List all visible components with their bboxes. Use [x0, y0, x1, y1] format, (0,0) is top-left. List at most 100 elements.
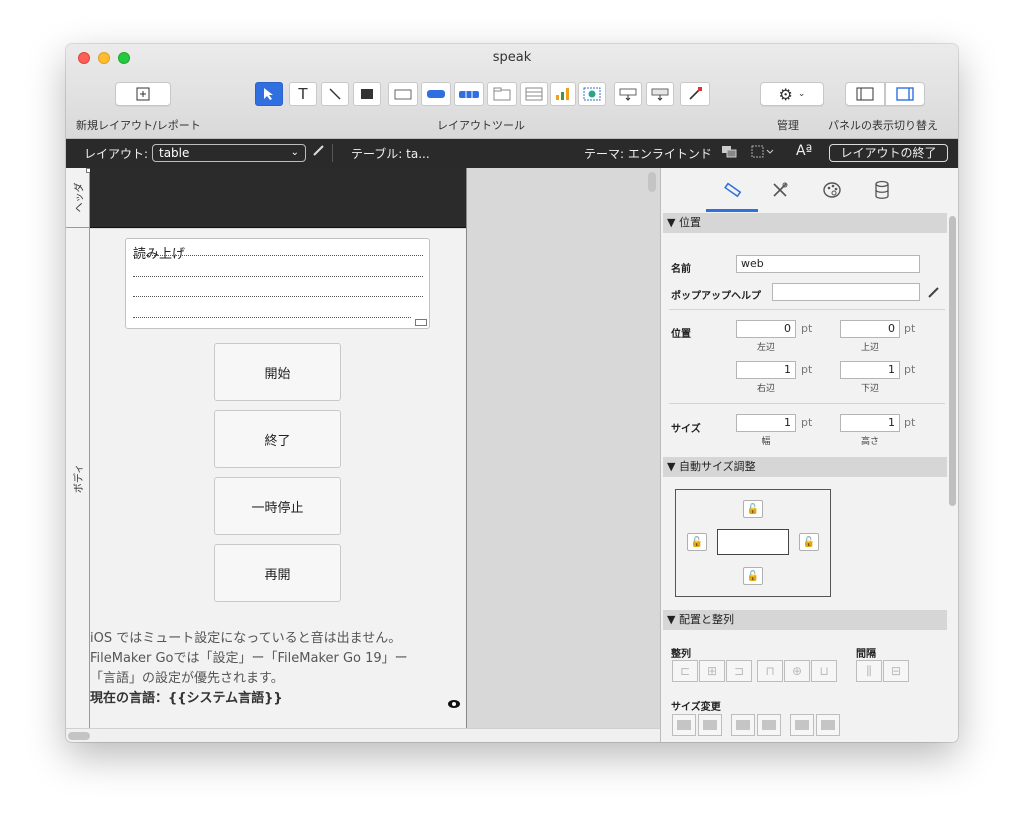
database-icon[interactable]	[870, 178, 894, 202]
tab-control-icon	[493, 87, 511, 101]
shape-tool[interactable]	[353, 82, 381, 106]
field-tool[interactable]	[388, 82, 418, 106]
layout-bar-divider	[332, 144, 333, 162]
height-field[interactable]: 1	[840, 414, 900, 432]
note-text[interactable]: iOS ではミュート設定になっていると音は出ません。 FileMaker Goで…	[90, 629, 460, 709]
dotted-line	[133, 296, 423, 297]
horizontal-scrollbar[interactable]	[68, 732, 90, 740]
name-field[interactable]: web	[736, 255, 920, 273]
section-arrange[interactable]: ▼ 配置と整列	[663, 610, 947, 630]
align-label: 整列	[671, 649, 691, 660]
chart-tool[interactable]	[550, 82, 576, 106]
right-field[interactable]: 1	[736, 361, 796, 379]
panel-toggle-label: パネルの表示切り替え	[828, 119, 938, 132]
resize-min-width-button[interactable]	[672, 714, 696, 736]
web-viewer-title: 読み上げ	[133, 247, 186, 262]
align-right-button[interactable]: ⊐	[726, 660, 752, 682]
insert-part-icon	[651, 88, 669, 101]
new-layout-button[interactable]	[115, 82, 171, 106]
format-painter-tool[interactable]	[680, 82, 710, 106]
palette-icon[interactable]	[820, 178, 844, 202]
portal-tool[interactable]	[520, 82, 548, 106]
resize-max-height-button[interactable]	[757, 714, 781, 736]
resize-max-width-button[interactable]	[698, 714, 722, 736]
text-tool[interactable]: T	[289, 82, 317, 106]
part-tab-header[interactable]: ヘッダ	[66, 168, 90, 228]
resize-max-size-button[interactable]	[816, 714, 840, 736]
divider	[669, 403, 945, 404]
start-button[interactable]: 開始	[214, 343, 341, 401]
distribute-vertical-button[interactable]: ⊟	[883, 660, 909, 682]
align-bottom-button[interactable]: ⊔	[811, 660, 837, 682]
tab-control-tool[interactable]	[487, 82, 517, 106]
layout-label: レイアウト:	[84, 147, 149, 161]
lock-right-icon[interactable]: 🔓	[799, 533, 819, 551]
web-viewer-object[interactable]: 読み上げ	[125, 238, 430, 329]
resume-button[interactable]: 再開	[214, 544, 341, 602]
top-unit: pt	[904, 322, 916, 335]
layout-tools-label: レイアウトツール	[437, 119, 525, 132]
layout-width-edge[interactable]	[466, 168, 467, 728]
pointer-tool[interactable]	[255, 82, 283, 106]
edit-layout-icon[interactable]	[312, 143, 326, 160]
align-middle-button[interactable]: ⊕	[784, 660, 810, 682]
theme-change-icon[interactable]	[721, 145, 737, 162]
insert-field-tool[interactable]	[614, 82, 642, 106]
layout-select[interactable]: table ⌄	[152, 144, 306, 162]
web-viewer-tool[interactable]	[578, 82, 606, 106]
section-autosize[interactable]: ▼ 自動サイズ調整	[663, 457, 947, 477]
theme-label: テーマ: エンライトンド	[584, 147, 712, 161]
insert-part-tool[interactable]	[646, 82, 674, 106]
width-field[interactable]: 1	[736, 414, 796, 432]
inspector-scrollbar[interactable]	[949, 216, 956, 506]
button-tool[interactable]	[421, 82, 451, 106]
inspector-tabs	[661, 168, 958, 212]
part-tab-body[interactable]: ボディ	[66, 229, 90, 728]
button-bar-icon	[459, 91, 479, 98]
bottom-unit: pt	[904, 363, 916, 376]
resize-min-height-button[interactable]	[731, 714, 755, 736]
align-top-button[interactable]: ⊓	[757, 660, 783, 682]
tools-icon[interactable]	[768, 178, 792, 202]
note-line-language: 現在の言語：{{システム言語}}	[90, 691, 283, 706]
edit-popup-help-icon[interactable]	[927, 284, 941, 303]
note-line: FileMaker Goでは「設定」ー「FileMaker Go 19」ー	[90, 651, 408, 666]
note-line: iOS ではミュート設定になっていると音は出ません。	[90, 631, 402, 646]
right-unit: pt	[801, 363, 813, 376]
toggle-left-panel-button[interactable]	[845, 82, 885, 106]
lock-top-icon[interactable]: 🔓	[743, 500, 763, 518]
left-field[interactable]: 0	[736, 320, 796, 338]
section-position[interactable]: ▼ 位置	[663, 213, 947, 233]
resize-label: サイズ変更	[671, 702, 721, 713]
align-center-button[interactable]: ⊞	[699, 660, 725, 682]
header-part[interactable]	[90, 168, 466, 228]
manage-button[interactable]: ⚙ ⌄	[760, 82, 824, 106]
ruler-icon[interactable]	[720, 178, 744, 202]
resize-min-size-button[interactable]	[790, 714, 814, 736]
align-left-button[interactable]: ⊏	[672, 660, 698, 682]
vertical-scrollbar[interactable]	[648, 172, 656, 192]
body-part[interactable]: 読み上げ 開始 終了 一時停止 再開 iOS ではミュート設定になっていると音は…	[90, 229, 466, 728]
height-caption: 高さ	[860, 437, 879, 447]
lock-left-icon[interactable]: 🔓	[687, 533, 707, 551]
popup-help-field[interactable]	[772, 283, 920, 301]
lock-bottom-icon[interactable]: 🔓	[743, 567, 763, 585]
grid-menu-icon[interactable]	[751, 145, 775, 162]
text-format-icon[interactable]: Aª	[796, 143, 812, 159]
pause-button[interactable]: 一時停止	[214, 477, 341, 535]
button-bar-tool[interactable]	[454, 82, 484, 106]
popup-help-label: ポップアップヘルプ	[671, 291, 761, 302]
eye-icon[interactable]	[448, 700, 460, 708]
button-icon	[427, 90, 445, 98]
layout-canvas[interactable]: ヘッダ ボディ 読み上げ 開始 終了 一時停止 再開 iOS ではミュート設定に…	[66, 168, 660, 728]
line-tool[interactable]	[321, 82, 349, 106]
field-icon	[394, 89, 412, 100]
bottom-field[interactable]: 1	[840, 361, 900, 379]
stop-button[interactable]: 終了	[214, 410, 341, 468]
web-viewer-icon	[583, 87, 601, 101]
distribute-horizontal-button[interactable]: ⫼	[856, 660, 882, 682]
toggle-right-panel-button[interactable]	[885, 82, 925, 106]
top-field[interactable]: 0	[840, 320, 900, 338]
exit-layout-button[interactable]: レイアウトの終了	[829, 144, 948, 162]
portal-icon	[525, 87, 543, 101]
